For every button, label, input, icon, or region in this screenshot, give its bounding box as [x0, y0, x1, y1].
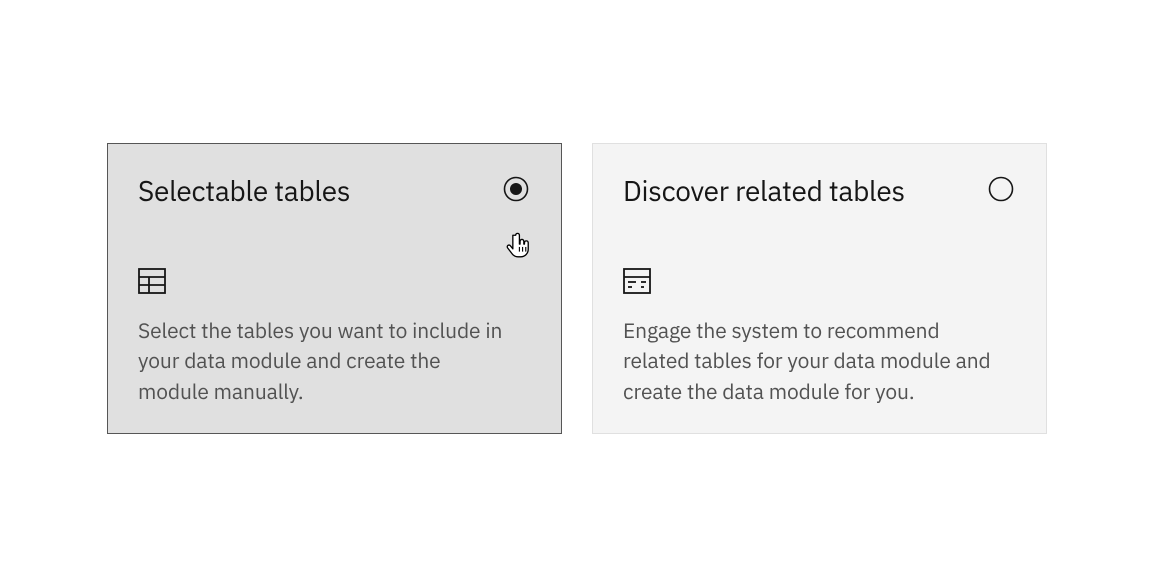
card-title: Discover related tables — [623, 172, 1016, 209]
table-grid-icon — [138, 267, 166, 295]
card-description: Engage the system to recommend related t… — [623, 315, 993, 406]
pointer-cursor-icon — [503, 231, 533, 261]
option-cards-container: Selectable tables Select the t — [107, 143, 1047, 434]
radio-unselected[interactable] — [988, 176, 1014, 202]
radio-selected[interactable] — [503, 176, 529, 202]
data-table-icon — [623, 267, 651, 295]
card-description: Select the tables you want to include in… — [138, 315, 508, 406]
option-card-selectable-tables[interactable]: Selectable tables Select the t — [107, 143, 562, 434]
card-title: Selectable tables — [138, 172, 531, 209]
option-card-discover-related-tables[interactable]: Discover related tables Engage the syste… — [592, 143, 1047, 434]
